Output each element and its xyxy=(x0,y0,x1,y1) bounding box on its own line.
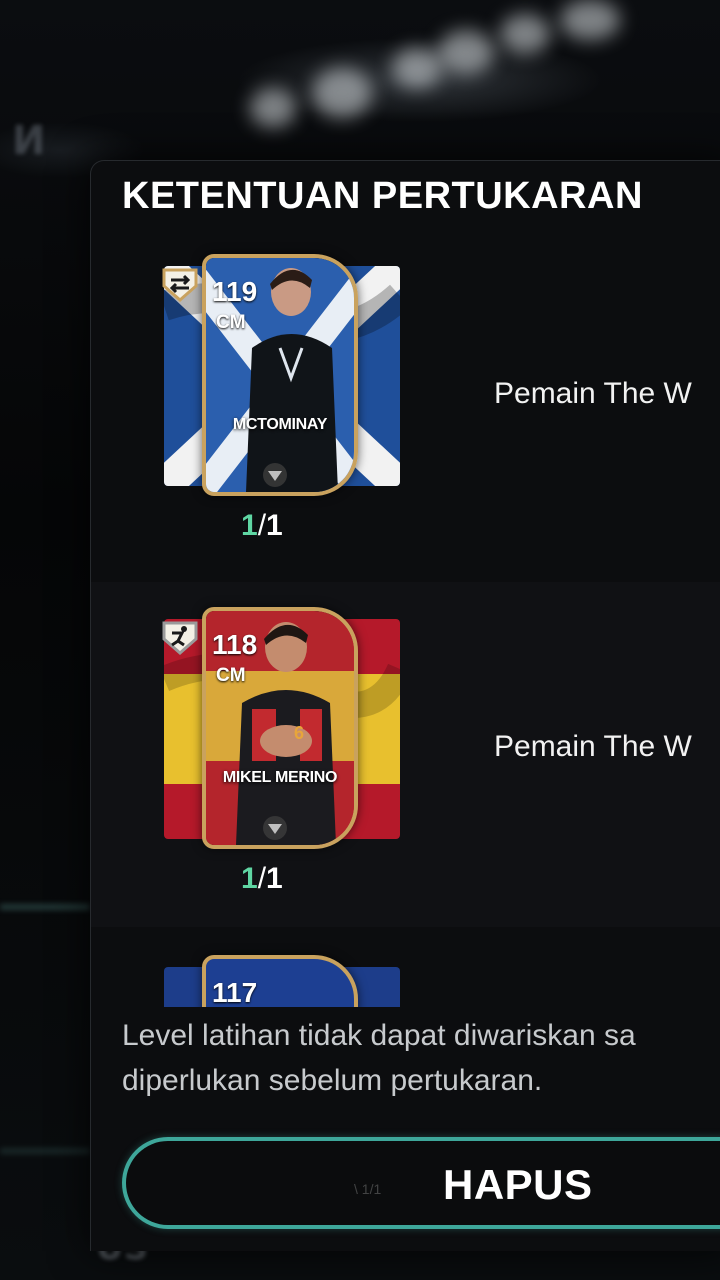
owned-count: 1/1 xyxy=(241,862,283,896)
exchange-note: Level latihan tidak dapat diwariskan sa d… xyxy=(122,1013,720,1103)
bokeh-light xyxy=(392,48,442,88)
player-card[interactable]: 119 CM MCTOMINAY xyxy=(162,254,400,500)
background-blurred-text: И xyxy=(12,118,46,164)
swap-arrows-icon xyxy=(162,268,198,302)
card-frame: 117 xyxy=(202,955,358,1007)
owned-count: 1/1 xyxy=(241,509,283,543)
requirement-row[interactable]: 119 CM MCTOMINAY 1/1 Pemain The W xyxy=(91,237,720,582)
card-position: CM xyxy=(216,312,246,333)
count-required: 1 xyxy=(266,862,283,895)
svg-text:6: 6 xyxy=(294,723,304,743)
bokeh-light xyxy=(560,0,620,40)
requirement-row[interactable]: 6 118 CM MIKEL MERINO 1/1 Pemain The W xyxy=(91,582,720,927)
count-required: 1 xyxy=(266,509,283,542)
count-owned: 1 xyxy=(241,509,258,542)
button-ghost-text: \ 1/1 xyxy=(354,1181,382,1197)
card-arrow-icon xyxy=(263,463,287,487)
running-player-icon xyxy=(162,621,198,655)
bokeh-light xyxy=(312,68,372,118)
card-arrow-icon xyxy=(263,816,287,840)
card-rating: 119 xyxy=(212,276,258,307)
exchange-note-line-2: diperlukan sebelum pertukaran. xyxy=(122,1064,543,1097)
card-rating: 118 xyxy=(212,629,258,660)
bokeh-light xyxy=(500,14,550,54)
requirement-label: Pemain The W xyxy=(494,377,692,410)
bokeh-light xyxy=(438,30,494,74)
count-owned: 1 xyxy=(241,862,258,895)
count-separator: / xyxy=(257,509,267,542)
bokeh-light xyxy=(250,88,296,128)
panel-title: KETENTUAN PERTUKARAN xyxy=(122,175,643,217)
card-player-name: MCTOMINAY xyxy=(232,416,328,433)
requirement-list[interactable]: 119 CM MCTOMINAY 1/1 Pemain The W 6 118 … xyxy=(91,237,720,1007)
delete-button-label: HAPUS xyxy=(443,1161,593,1208)
card-player-name: MIKEL MERINO xyxy=(222,769,338,786)
card-position: CM xyxy=(216,665,246,686)
delete-button[interactable]: \ 1/1 HAPUS xyxy=(122,1137,720,1229)
exchange-note-line-1: Level latihan tidak dapat diwariskan sa xyxy=(122,1019,636,1052)
card-frame: 119 CM MCTOMINAY xyxy=(202,254,358,496)
requirement-row[interactable]: 117 xyxy=(91,927,720,1007)
card-frame: 6 118 CM MIKEL MERINO xyxy=(202,607,358,849)
card-rating: 117 xyxy=(212,977,258,1007)
requirement-label: Pemain The W xyxy=(494,730,692,763)
player-card[interactable]: 6 118 CM MIKEL MERINO xyxy=(162,607,400,853)
count-separator: / xyxy=(257,862,267,895)
player-card[interactable]: 117 xyxy=(164,955,400,1007)
exchange-requirements-panel: KETENTUAN PERTUKARAN 119 CM MCTOMINAY 1/… xyxy=(90,160,720,1251)
background-streak xyxy=(0,904,90,910)
background-streak xyxy=(0,1148,90,1154)
